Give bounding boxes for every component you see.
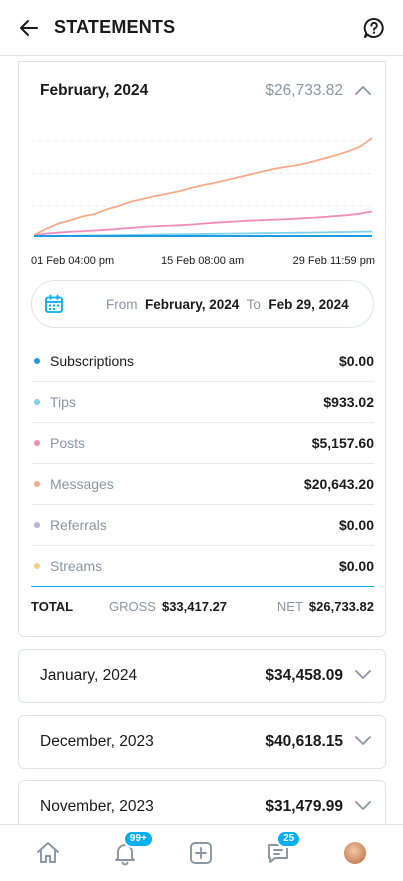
legend-dot [34,358,40,364]
page-title: STATEMENTS [54,17,176,37]
statement-amount: $31,479.99 [265,798,343,815]
category-value: $933.02 [323,394,374,410]
category-name: Posts [50,435,86,451]
series-line-0 [33,137,373,236]
legend-dot [34,440,40,446]
from-label: From [106,296,138,312]
statement-amount: $26,733.82 [265,82,343,99]
legend-dot [34,563,40,569]
net-label: NET [276,598,303,614]
statement-card-current: February, 2024 $26,733.82 01 Feb 04:00 p… [18,61,386,637]
statement-amount: $40,618.15 [265,733,343,750]
bell-icon[interactable]: 99+ [105,830,154,873]
chevron-down-icon[interactable] [355,733,371,751]
category-value: $20,643.20 [303,476,374,492]
category-name: Referrals [50,517,107,533]
statement-header[interactable]: January, 2024 $34,458.09 [19,650,385,702]
statement-header[interactable]: November, 2023 $31,479.99 [19,781,385,824]
statement-month: November, 2023 [40,798,154,815]
date-range-picker[interactable]: From February, 2024 To Feb 29, 2024 [31,280,374,328]
statement-card[interactable]: December, 2023 $40,618.15 [18,715,386,769]
home-icon[interactable] [28,833,68,873]
notifications-badge: 99+ [122,830,154,848]
statements-screen: STATEMENTS February, 2024 $26,733.82 01 … [0,0,403,881]
avatar[interactable] [335,833,375,873]
avatar-image [343,842,366,864]
help-icon[interactable] [363,17,385,39]
top-bar: STATEMENTS [0,0,403,56]
chevron-down-icon[interactable] [355,667,371,685]
statement-month: February, 2024 [40,82,149,99]
statement-month: January, 2024 [40,667,138,684]
total-label: TOTAL [31,598,74,614]
category-list: Subscriptions $0.00 Tips $933.02 Posts $… [31,341,374,587]
statement-card[interactable]: November, 2023 $31,479.99 [18,780,386,824]
plus-square-icon[interactable] [181,833,221,873]
chevron-down-icon[interactable] [355,798,371,816]
statement-card[interactable]: January, 2024 $34,458.09 [18,649,386,703]
category-row-streams: Streams $0.00 [31,546,374,587]
from-value: February, 2024 [145,296,240,312]
totals-row: TOTAL GROSS $33,417.27 NET $26,733.82 [31,591,374,621]
to-value: Feb 29, 2024 [268,296,349,312]
messages-badge: 25 [276,830,302,848]
chevron-up-icon[interactable] [355,82,371,100]
category-name: Subscriptions [50,353,135,369]
back-arrow-icon[interactable] [18,17,40,39]
legend-dot [34,481,40,487]
statement-header[interactable]: February, 2024 $26,733.82 [19,62,385,120]
category-row-referrals: Referrals $0.00 [31,505,374,546]
earnings-chart [31,137,375,237]
net-value: $26,733.82 [308,598,374,614]
legend-dot [34,399,40,405]
gross-label: GROSS [109,598,156,614]
x-tick-label: 15 Feb 08:00 am [161,255,245,267]
to-label: To [246,296,261,312]
category-value: $0.00 [338,558,374,574]
category-name: Tips [50,394,76,410]
calendar-icon[interactable] [44,294,64,314]
category-row-subscriptions: Subscriptions $0.00 [31,341,374,382]
category-row-posts: Posts $5,157.60 [31,423,374,464]
statements-list[interactable]: February, 2024 $26,733.82 01 Feb 04:00 p… [0,57,403,824]
gross-value: $33,417.27 [161,598,228,614]
statement-amount: $34,458.09 [265,667,343,684]
category-value: $5,157.60 [311,435,374,451]
category-row-messages: Messages $20,643.20 [31,464,374,505]
x-tick-label: 01 Feb 04:00 pm [31,255,115,267]
message-icon[interactable]: 25 [258,830,302,873]
category-value: $0.00 [338,353,374,369]
date-range-text: From February, 2024 To Feb 29, 2024 [106,297,349,312]
category-name: Messages [50,476,114,492]
bottom-nav: 99+ 25 [0,824,403,881]
legend-dot [34,522,40,528]
chart-x-labels: 01 Feb 04:00 pm 15 Feb 08:00 am 29 Feb 1… [31,255,375,271]
statement-month: December, 2023 [40,733,154,750]
category-value: $0.00 [338,517,374,533]
x-tick-label: 29 Feb 11:59 pm [292,255,375,267]
category-name: Streams [50,558,103,574]
statement-header[interactable]: December, 2023 $40,618.15 [19,716,385,768]
category-row-tips: Tips $933.02 [31,382,374,423]
